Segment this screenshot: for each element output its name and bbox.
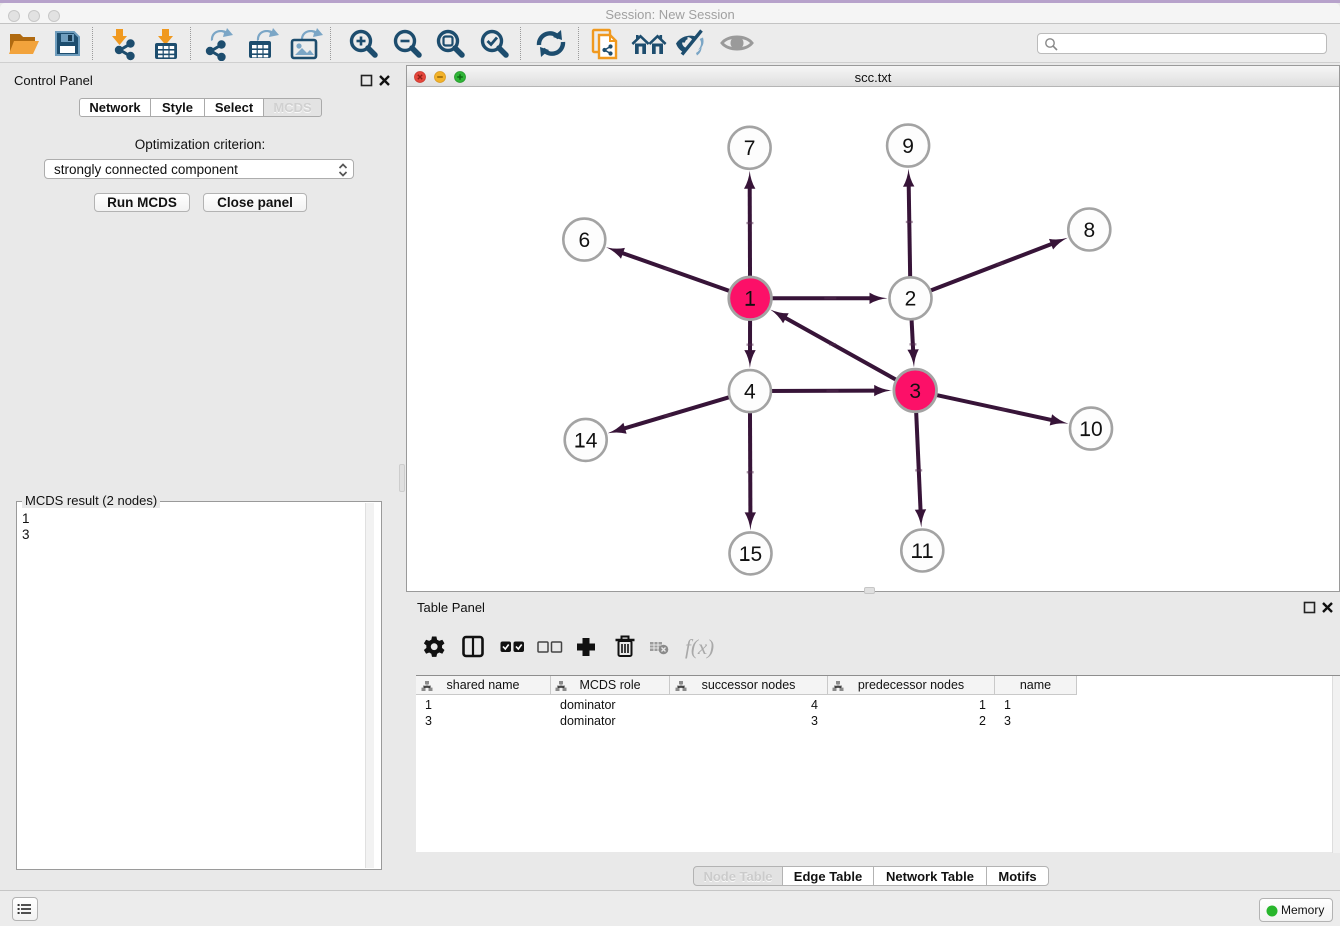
- svg-text:2: 2: [905, 288, 917, 311]
- svg-text:1: 1: [744, 288, 756, 311]
- svg-text:6: 6: [578, 229, 590, 252]
- svg-text:9: 9: [902, 135, 914, 158]
- svg-text:f(x): f(x): [685, 635, 714, 659]
- svg-text:10: 10: [1079, 418, 1102, 441]
- svg-text:7: 7: [744, 137, 756, 160]
- svg-text:15: 15: [739, 543, 762, 566]
- svg-text:11: 11: [911, 540, 933, 563]
- svg-text:8: 8: [1083, 219, 1095, 242]
- svg-text:4: 4: [744, 381, 756, 404]
- svg-text:14: 14: [574, 429, 598, 452]
- svg-text:3: 3: [909, 380, 921, 403]
